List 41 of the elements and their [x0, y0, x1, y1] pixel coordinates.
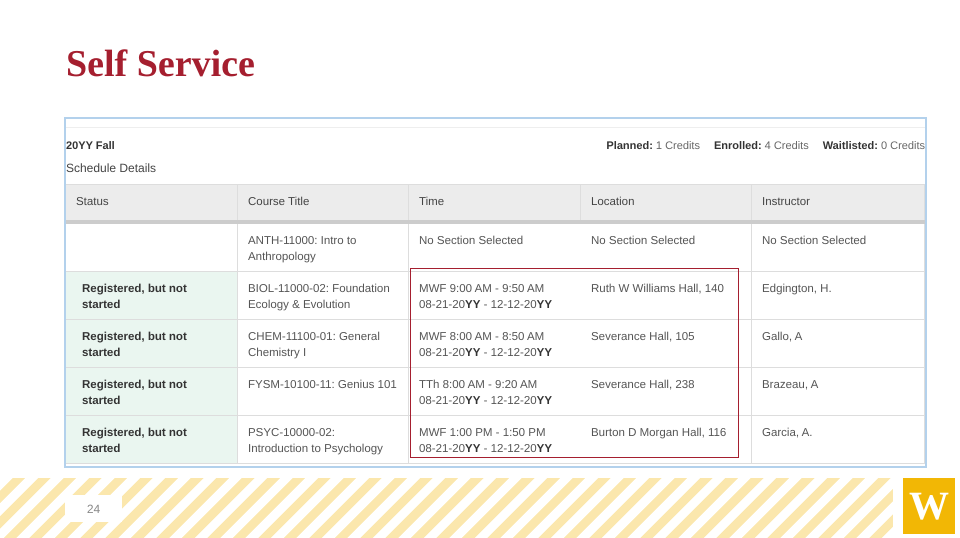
status-cell: Registered, but not started [66, 320, 238, 367]
credit-count: Enrolled: 4 Credits [714, 140, 809, 152]
term-name: 20YY Fall [66, 140, 115, 152]
table-cell: Edgington, H. [752, 272, 925, 319]
table-cell-text: MWF 1:00 PM - 1:50 PM [419, 426, 546, 441]
table-cell-text: TTh 8:00 AM - 9:20 AM [419, 378, 538, 393]
column-header: Time [409, 185, 581, 220]
table-cell: Gallo, A [752, 320, 925, 367]
table-cell: Severance Hall, 105 [581, 320, 752, 367]
credit-count: Planned: 1 Credits [606, 140, 700, 152]
table-cell-text: 08-21-20YY - 12-12-20YY [419, 394, 552, 409]
table-cell: Ruth W Williams Hall, 140 [581, 272, 752, 319]
credit-count: Waitlisted: 0 Credits [822, 140, 925, 152]
table-cell-text: 08-21-20YY - 12-12-20YY [419, 442, 552, 457]
logo: W [903, 478, 955, 534]
section-subtitle: Schedule Details [66, 161, 156, 175]
table-cell: Garcia, A. [752, 416, 925, 463]
table-cell: BIOL-11000-02: Foundation Ecology & Evolution [238, 272, 409, 319]
column-header: Instructor [752, 185, 925, 220]
table-cell: PSYC-10000-02: Introduction to Psychology [238, 416, 409, 463]
status-cell: Registered, but not started [66, 368, 238, 415]
table-cell-text: MWF 8:00 AM - 8:50 AM [419, 330, 544, 345]
table-cell: No Section Selected [752, 224, 925, 271]
column-header: Location [581, 185, 752, 220]
table-cell-text: MWF 9:00 AM - 9:50 AM [419, 282, 544, 297]
table-cell: No Section Selected [581, 224, 752, 271]
table-cell-text: 08-21-20YY - 12-12-20YY [419, 298, 552, 313]
column-header: Status [66, 185, 238, 220]
table-cell-text: 08-21-20YY - 12-12-20YY [419, 346, 552, 361]
table-cell-text: No Section Selected [419, 234, 524, 249]
table-cell: Severance Hall, 238 [581, 368, 752, 415]
status-cell: Registered, but not started [66, 272, 238, 319]
status-cell: Registered, but not started [66, 416, 238, 463]
table-cell: ANTH-11000: Intro to Anthropology [238, 224, 409, 271]
table-cell: CHEM-11100-01: General Chemistry I [238, 320, 409, 367]
table-cell: FYSM-10100-11: Genius 101 [238, 368, 409, 415]
table-cell: Brazeau, A [752, 368, 925, 415]
column-header: Course Title [238, 185, 409, 220]
slide-title: Self Service [66, 42, 255, 86]
page-number: 24 [65, 495, 122, 522]
table-cell: Burton D Morgan Hall, 116 [581, 416, 752, 463]
